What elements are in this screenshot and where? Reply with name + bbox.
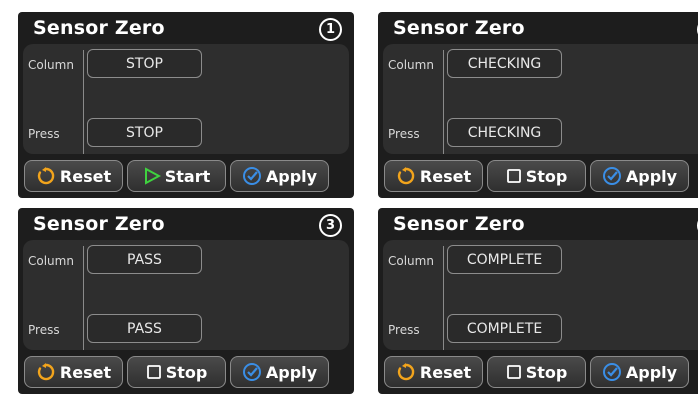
press-status: CHECKING: [447, 118, 562, 147]
reset-icon: [37, 363, 55, 381]
reset-icon: [397, 167, 415, 185]
panel-title: Sensor Zero: [393, 213, 525, 235]
step-number-badge: 1: [319, 18, 342, 41]
step-number-badge: 3: [319, 214, 342, 237]
apply-button[interactable]: Apply: [230, 160, 329, 192]
press-status: COMPLETE: [447, 314, 562, 343]
start-button[interactable]: Start: [127, 160, 226, 192]
start-label: Start: [164, 166, 211, 186]
check-circle-icon: [242, 167, 261, 185]
column-label: Column: [28, 254, 74, 268]
reset-label: Reset: [419, 362, 472, 382]
column-status: PASS: [87, 245, 202, 274]
sensor-zero-panel-1: Sensor Zero 1 Column Press STOP STOP Res…: [18, 12, 354, 198]
reset-button[interactable]: Reset: [24, 356, 123, 388]
divider: [443, 50, 444, 154]
apply-button[interactable]: Apply: [590, 356, 689, 388]
sensor-zero-panel-3: Sensor Zero 3 Column Press PASS PASS Res…: [18, 208, 354, 394]
status-area: Column Press STOP STOP: [23, 44, 349, 154]
stop-label: Stop: [165, 362, 208, 382]
column-label: Column: [388, 254, 434, 268]
check-circle-icon: [242, 363, 261, 381]
press-label: Press: [28, 127, 60, 141]
apply-button[interactable]: Apply: [590, 160, 689, 192]
check-circle-icon: [602, 167, 621, 185]
stop-square-icon: [146, 365, 161, 379]
reset-button[interactable]: Reset: [384, 356, 483, 388]
divider: [83, 50, 84, 154]
apply-button[interactable]: Apply: [230, 356, 329, 388]
reset-button[interactable]: Reset: [24, 160, 123, 192]
press-label: Press: [388, 323, 420, 337]
press-status: STOP: [87, 118, 202, 147]
column-status: CHECKING: [447, 49, 562, 78]
check-circle-icon: [602, 363, 621, 381]
status-area: Column Press COMPLETE COMPLETE: [383, 240, 698, 350]
column-label: Column: [388, 58, 434, 72]
panel-title: Sensor Zero: [33, 213, 165, 235]
panel-title: Sensor Zero: [393, 17, 525, 39]
sensor-zero-panel-4: Sensor Zero 4 Column Press COMPLETE COMP…: [378, 208, 698, 394]
reset-icon: [37, 167, 55, 185]
press-status: PASS: [87, 314, 202, 343]
stop-button[interactable]: Stop: [487, 160, 586, 192]
press-label: Press: [28, 323, 60, 337]
reset-button[interactable]: Reset: [384, 160, 483, 192]
column-label: Column: [28, 58, 74, 72]
divider: [443, 246, 444, 350]
column-status: STOP: [87, 49, 202, 78]
stop-label: Stop: [525, 362, 568, 382]
stop-button[interactable]: Stop: [127, 356, 226, 388]
stop-square-icon: [506, 169, 521, 183]
press-label: Press: [388, 127, 420, 141]
apply-label: Apply: [265, 362, 318, 382]
sensor-zero-panel-2: Sensor Zero 2 Column Press CHECKING CHEC…: [378, 12, 698, 198]
stop-square-icon: [506, 365, 521, 379]
status-area: Column Press CHECKING CHECKING: [383, 44, 698, 154]
reset-label: Reset: [59, 166, 112, 186]
reset-label: Reset: [419, 166, 472, 186]
apply-label: Apply: [265, 166, 318, 186]
panel-title: Sensor Zero: [33, 17, 165, 39]
status-area: Column Press PASS PASS: [23, 240, 349, 350]
stop-label: Stop: [525, 166, 568, 186]
apply-label: Apply: [625, 166, 678, 186]
reset-icon: [397, 363, 415, 381]
column-status: COMPLETE: [447, 245, 562, 274]
reset-label: Reset: [59, 362, 112, 382]
divider: [83, 246, 84, 350]
stop-button[interactable]: Stop: [487, 356, 586, 388]
apply-label: Apply: [625, 362, 678, 382]
play-icon: [144, 167, 161, 185]
